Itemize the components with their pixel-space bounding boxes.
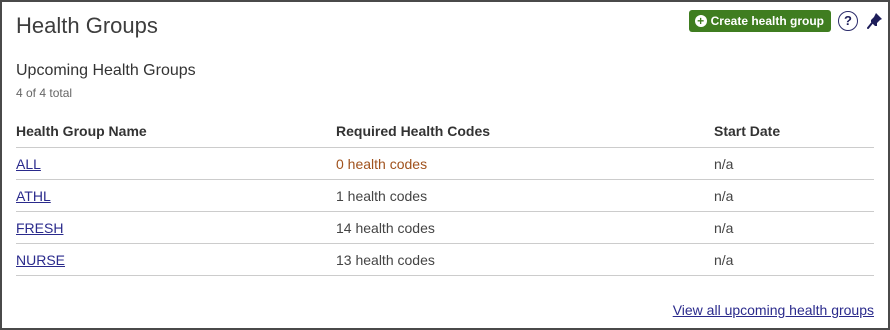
start-date-cell: n/a [714,243,874,276]
required-codes-cell: 1 health codes [336,179,714,212]
page-title: Health Groups [16,13,158,38]
pin-button[interactable] [867,12,883,30]
health-groups-table: Health Group Name Required Health Codes … [16,114,874,276]
required-codes-cell: 13 health codes [336,243,714,276]
health-group-link[interactable]: FRESH [16,220,63,236]
header-start-date: Start Date [714,114,874,148]
table-header-row: Health Group Name Required Health Codes … [16,114,874,148]
view-all-upcoming-link[interactable]: View all upcoming health groups [673,302,874,318]
header-health-group-name: Health Group Name [16,114,336,148]
plus-circle-icon: + [694,15,707,27]
pin-icon [867,13,882,29]
health-group-link[interactable]: ALL [16,156,41,172]
health-groups-panel: Health Groups + Create health group ? Up… [0,0,890,330]
required-codes-cell: 0 health codes [336,147,714,180]
table-row: ATHL 1 health codes n/a [16,179,874,212]
section-count: 4 of 4 total [16,86,73,100]
header-required-health-codes: Required Health Codes [336,114,714,148]
create-health-group-label: Create health group [710,14,824,28]
table-row: ALL 0 health codes n/a [16,147,874,180]
help-button[interactable]: ? [838,11,858,31]
start-date-cell: n/a [714,147,874,180]
table-row: FRESH 14 health codes n/a [16,211,874,244]
section-title: Upcoming Health Groups [16,62,196,79]
start-date-cell: n/a [714,211,874,244]
question-icon: ? [844,13,852,28]
create-health-group-button[interactable]: + Create health group [688,10,831,32]
health-group-link[interactable]: ATHL [16,188,51,204]
header-actions: + Create health group ? [688,10,883,32]
start-date-cell: n/a [714,179,874,212]
required-codes-cell: 14 health codes [336,211,714,244]
table-row: NURSE 13 health codes n/a [16,243,874,276]
health-group-link[interactable]: NURSE [16,252,65,268]
